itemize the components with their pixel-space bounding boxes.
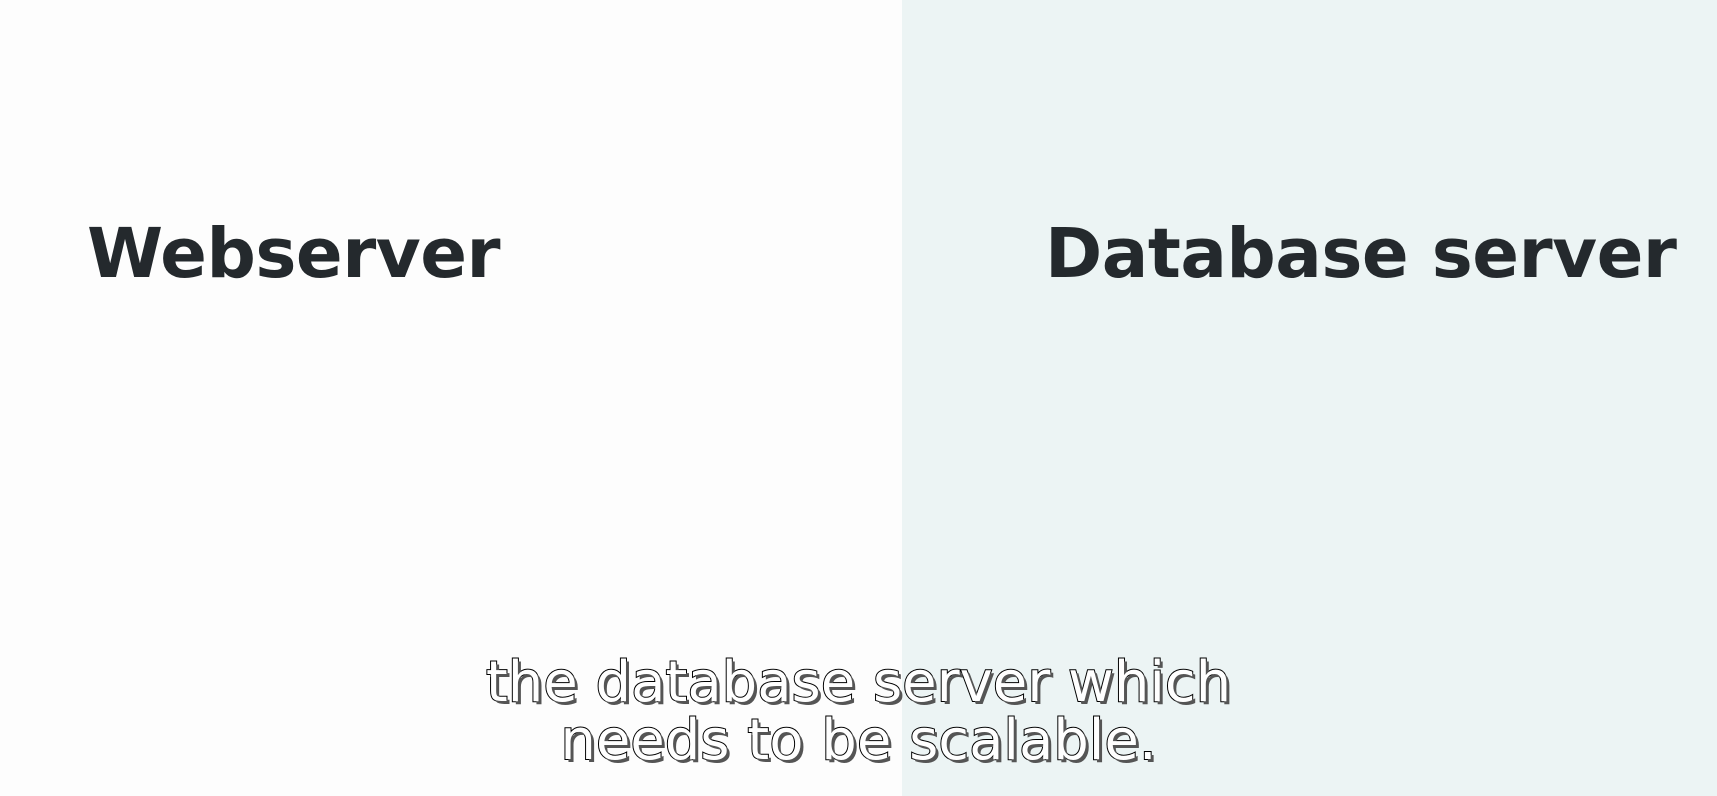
- webserver-label: Webserver: [87, 214, 501, 294]
- subtitle-line-2: needs to be scalable.: [559, 708, 1157, 773]
- subtitle-line-1: the database server which: [485, 650, 1232, 715]
- database-server-label: Database server: [1045, 214, 1677, 294]
- subtitle-caption: the database server which needs to be sc…: [0, 650, 1717, 773]
